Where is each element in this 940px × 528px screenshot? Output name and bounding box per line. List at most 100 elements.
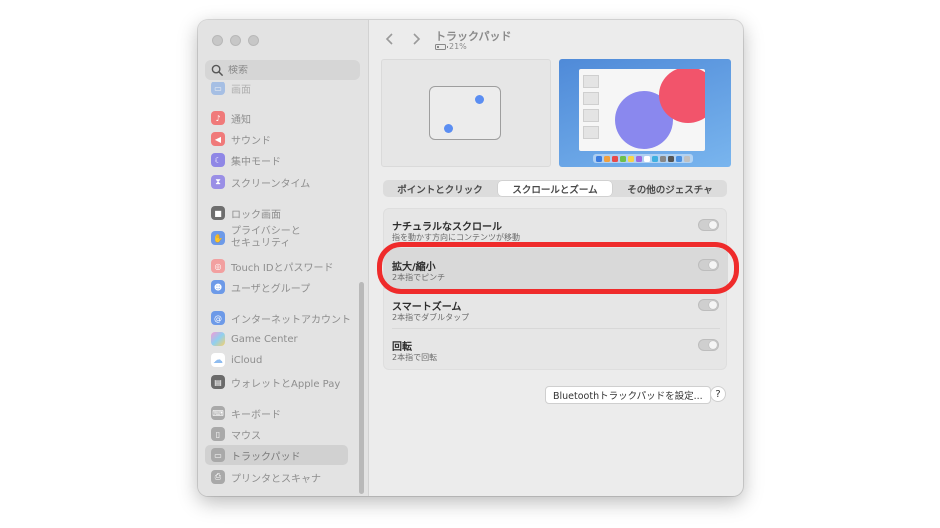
sidebar-item-label: iCloud	[231, 354, 263, 366]
tab-bar: ポイントとクリック スクロールとズーム その他のジェスチャ	[383, 180, 727, 197]
sidebar-scrollbar[interactable]	[359, 282, 364, 494]
setting-title: 回転	[392, 342, 412, 353]
sidebar-item-display[interactable]: ▭ 画面	[205, 82, 348, 98]
chevron-left-icon	[385, 33, 393, 45]
sidebar-item-label: ロック画面	[231, 209, 281, 221]
sidebar: ▭ 画面 ♪ 通知 ◀ サウンド ☾ 集中モード ⧗ スクリーンタイム ■ ロッ…	[198, 20, 369, 496]
trackpad-gesture-preview	[381, 59, 551, 167]
hourglass-icon: ⧗	[211, 175, 225, 189]
sidebar-item-focus[interactable]: ☾ 集中モード	[205, 150, 348, 170]
setting-row-zoom: 拡大/縮小 2本指でピンチ	[384, 249, 728, 289]
search-input[interactable]	[228, 64, 348, 76]
sidebar-item-mouse[interactable]: ▯ マウス	[205, 424, 348, 444]
game-center-icon	[211, 332, 225, 346]
sidebar-item-label: 通知	[231, 114, 251, 126]
sidebar-item-trackpad[interactable]: ▭ トラックパッド	[205, 445, 348, 465]
tab-point-and-click[interactable]: ポイントとクリック	[383, 180, 497, 197]
forward-button[interactable]	[409, 32, 423, 48]
battery-icon	[435, 43, 448, 50]
finger-dot	[475, 95, 484, 104]
preview-window	[579, 69, 705, 151]
sidebar-item-label-line1: プライバシーと	[231, 226, 301, 237]
moon-icon: ☾	[211, 153, 225, 167]
fingerprint-icon: ◎	[211, 259, 225, 273]
sidebar-item-sound[interactable]: ◀ サウンド	[205, 129, 348, 149]
close-window-button[interactable]	[212, 35, 223, 46]
help-button[interactable]: ?	[710, 386, 726, 402]
tab-more-gestures[interactable]: その他のジェスチャ	[613, 180, 727, 197]
sidebar-item-notifications[interactable]: ♪ 通知	[205, 108, 348, 128]
setting-row-rotate: 回転 2本指で回転	[384, 329, 728, 369]
cloud-icon: ☁	[211, 353, 225, 367]
sidebar-item-label: 集中モード	[231, 156, 281, 168]
setting-subtitle: 2本指で回転	[392, 353, 438, 362]
sidebar-item-screen-time[interactable]: ⧗ スクリーンタイム	[205, 172, 348, 192]
setting-row-natural-scroll: ナチュラルなスクロール 指を動かす方向にコンテンツが移動	[384, 209, 728, 249]
preview-dock	[593, 154, 693, 163]
back-button[interactable]	[383, 32, 397, 48]
zoom-window-button[interactable]	[248, 35, 259, 46]
display-icon: ▭	[211, 82, 225, 95]
search-box[interactable]	[205, 60, 360, 80]
sidebar-item-touch-id[interactable]: ◎ Touch IDとパスワード	[205, 256, 348, 276]
bell-icon: ♪	[211, 111, 225, 125]
sidebar-item-label: Game Center	[231, 333, 298, 345]
sidebar-item-label: サウンド	[231, 135, 271, 147]
setting-subtitle: 指を動かす方向にコンテンツが移動	[392, 233, 520, 242]
sidebar-item-icloud[interactable]: ☁ iCloud	[205, 350, 348, 370]
sidebar-item-label: ウォレットとApple Pay	[231, 378, 341, 390]
screen-preview	[559, 59, 731, 167]
setting-title: スマートズーム	[392, 302, 462, 313]
sidebar-item-label: ユーザとグループ	[231, 283, 311, 295]
hand-icon: ✋	[211, 231, 225, 245]
setting-row-smart-zoom: スマートズーム 2本指でダブルタップ	[384, 289, 728, 329]
setting-title: 拡大/縮小	[392, 262, 436, 273]
sidebar-item-keyboard[interactable]: ⌨ キーボード	[205, 403, 348, 423]
finger-dot	[444, 124, 453, 133]
setup-bluetooth-trackpad-button[interactable]: Bluetoothトラックパッドを設定...	[545, 386, 711, 404]
sidebar-item-lock-screen[interactable]: ■ ロック画面	[205, 203, 348, 223]
zoom-toggle[interactable]	[698, 259, 719, 271]
speaker-icon: ◀	[211, 132, 225, 146]
sidebar-item-internet-accounts[interactable]: @ インターネットアカウント	[205, 308, 351, 328]
setting-title: ナチュラルなスクロール	[392, 222, 502, 233]
setting-subtitle: 2本指でダブルタップ	[392, 313, 470, 322]
sidebar-item-users[interactable]: ☻ ユーザとグループ	[205, 277, 348, 297]
natural-scroll-toggle[interactable]	[698, 219, 719, 231]
chevron-right-icon	[413, 33, 421, 45]
sidebar-item-game-center[interactable]: Game Center	[205, 329, 348, 349]
sidebar-list: ▭ 画面 ♪ 通知 ◀ サウンド ☾ 集中モード ⧗ スクリーンタイム ■ ロッ…	[198, 82, 368, 496]
rotate-toggle[interactable]	[698, 339, 719, 351]
sidebar-item-label: トラックパッド	[231, 451, 301, 463]
sidebar-item-label: 画面	[231, 84, 251, 96]
sidebar-item-privacy[interactable]: ✋ プライバシーと セキュリティ	[205, 223, 348, 253]
sidebar-item-label: マウス	[231, 430, 261, 442]
keyboard-icon: ⌨	[211, 406, 225, 420]
sidebar-item-label: プライバシーと セキュリティ	[231, 226, 301, 250]
settings-group: ナチュラルなスクロール 指を動かす方向にコンテンツが移動 拡大/縮小 2本指でピ…	[383, 208, 728, 370]
smart-zoom-toggle[interactable]	[698, 299, 719, 311]
window-controls	[212, 35, 259, 46]
mouse-icon: ▯	[211, 427, 225, 441]
search-icon	[211, 64, 224, 76]
sidebar-item-label: インターネットアカウント	[231, 314, 351, 326]
sidebar-item-label: プリンタとスキャナ	[231, 473, 321, 485]
lock-icon: ■	[211, 206, 225, 220]
trackpad-illustration	[429, 86, 501, 140]
sidebar-item-label: スクリーンタイム	[231, 178, 311, 190]
at-icon: @	[211, 311, 225, 325]
sidebar-item-printers[interactable]: ⎙ プリンタとスキャナ	[205, 467, 348, 487]
battery-level: 21%	[449, 42, 467, 51]
preview-sidebar	[583, 75, 601, 145]
setting-subtitle: 2本指でピンチ	[392, 273, 446, 282]
system-settings-window: ▭ 画面 ♪ 通知 ◀ サウンド ☾ 集中モード ⧗ スクリーンタイム ■ ロッ…	[198, 20, 743, 496]
printer-icon: ⎙	[211, 470, 225, 484]
sidebar-item-wallet[interactable]: ▤ ウォレットとApple Pay	[205, 372, 348, 392]
sidebar-item-label: キーボード	[231, 409, 281, 421]
users-icon: ☻	[211, 280, 225, 294]
tab-scroll-and-zoom[interactable]: スクロールとズーム	[498, 181, 612, 196]
main-panel: トラックパッド 21% ポイントとクリック スクロールとズーム その他のジェスチ…	[369, 20, 743, 496]
trackpad-icon: ▭	[211, 448, 225, 462]
wallet-icon: ▤	[211, 375, 225, 389]
minimize-window-button[interactable]	[230, 35, 241, 46]
